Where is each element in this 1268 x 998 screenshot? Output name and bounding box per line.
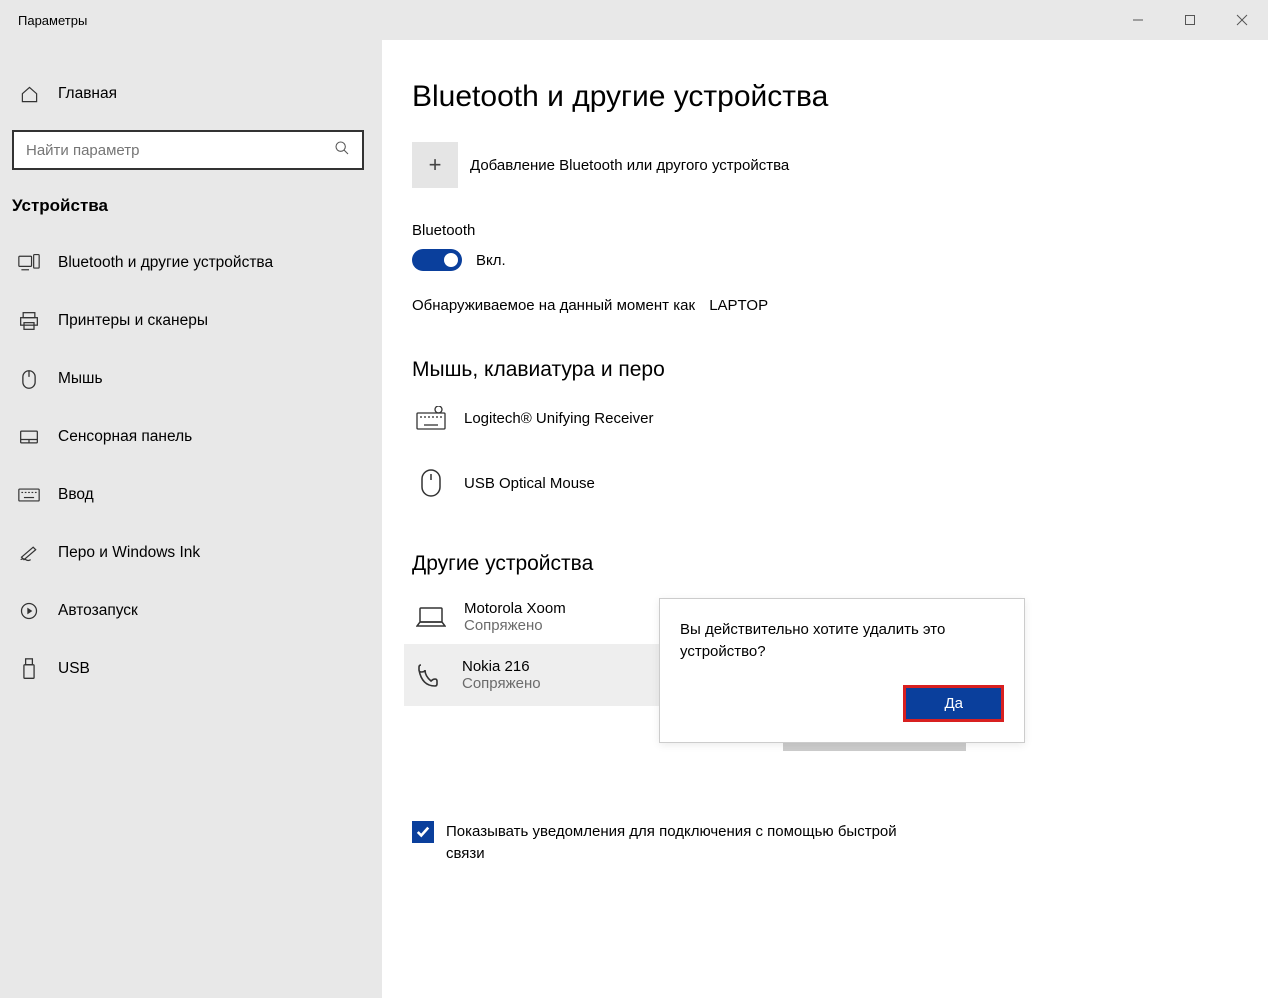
checkbox-checked[interactable] [412,821,434,843]
nav-pen[interactable]: Перо и Windows Ink [0,524,382,582]
discoverable-name: LAPTOP [709,297,768,314]
device-status: Сопряжено [464,617,566,634]
mouse-icon [18,369,40,390]
nav-bluetooth[interactable]: Bluetooth и другие устройства [0,234,382,292]
usb-icon [18,658,40,680]
nav-printers[interactable]: Принтеры и сканеры [0,292,382,350]
nav-autoplay[interactable]: Автозапуск [0,582,382,640]
checkbox-label: Показывать уведомления для подключения с… [446,821,926,865]
home-icon [18,85,40,104]
nav-label: Ввод [58,486,94,504]
printer-icon [18,311,40,331]
window-controls [1112,0,1268,40]
add-device-label: Добавление Bluetooth или другого устройс… [470,157,789,174]
minimize-icon [1132,14,1144,26]
nav-label: Автозапуск [58,602,138,620]
nav-label: Мышь [58,370,103,388]
check-icon [416,825,430,839]
discoverable-text: Обнаруживаемое на данный момент как LAPT… [412,297,1268,314]
confirm-yes-button[interactable]: Да [903,685,1004,722]
device-name: Nokia 216 [462,658,541,675]
minimize-button[interactable] [1112,0,1164,40]
device-name: Logitech® Unifying Receiver [464,410,653,427]
search-icon [334,140,350,161]
bluetooth-label: Bluetooth [412,222,1268,239]
confirm-dialog: Вы действительно хотите удалить это устр… [659,598,1025,743]
content-area: Bluetooth и другие устройства + Добавлен… [382,40,1268,998]
maximize-button[interactable] [1164,0,1216,40]
mouse-device-icon [414,468,448,498]
search-box[interactable] [12,130,364,170]
titlebar: Параметры [0,0,1268,40]
search-input[interactable] [26,142,334,159]
nav-usb[interactable]: USB [0,640,382,698]
bluetooth-toggle[interactable] [412,249,462,271]
device-status: Сопряжено [462,675,541,692]
autoplay-icon [18,601,40,621]
nav-label: Bluetooth и другие устройства [58,254,273,272]
maximize-icon [1184,14,1196,26]
nav-mouse[interactable]: Мышь [0,350,382,408]
section-mouse-heading: Мышь, клавиатура и перо [412,358,1268,382]
close-button[interactable] [1216,0,1268,40]
laptop-device-icon [414,606,448,628]
nav-label: Сенсорная панель [58,428,192,446]
nav-label: Перо и Windows Ink [58,544,200,562]
category-title: Устройства [0,188,382,234]
close-icon [1236,14,1248,26]
nav-label: Принтеры и сканеры [58,312,208,330]
sidebar: Главная Устройства Bluetooth и другие ус… [0,40,382,998]
section-other-heading: Другие устройства [412,552,1268,576]
keyboard-icon [18,488,40,502]
home-nav[interactable]: Главная [0,70,382,118]
nav-typing[interactable]: Ввод [0,466,382,524]
confirm-message: Вы действительно хотите удалить это устр… [680,619,1004,663]
devices-icon [18,253,40,273]
window-title: Параметры [18,13,87,28]
device-row[interactable]: Logitech® Unifying Receiver [412,396,1268,440]
keyboard-device-icon [414,406,448,430]
add-device-button[interactable]: + Добавление Bluetooth или другого устро… [412,142,1268,188]
pen-icon [18,544,40,562]
plus-icon: + [412,142,458,188]
nav-label: USB [58,660,90,678]
home-label: Главная [58,85,117,103]
quickpair-checkbox-row[interactable]: Показывать уведомления для подключения с… [412,821,1268,865]
page-title: Bluetooth и другие устройства [412,80,1268,114]
nav-touchpad[interactable]: Сенсорная панель [0,408,382,466]
device-row[interactable]: USB Optical Mouse [412,458,1268,508]
toggle-state: Вкл. [476,252,506,269]
device-name: Motorola Xoom [464,600,566,617]
device-name: USB Optical Mouse [464,475,595,492]
touchpad-icon [18,429,40,445]
phone-device-icon [412,662,446,688]
